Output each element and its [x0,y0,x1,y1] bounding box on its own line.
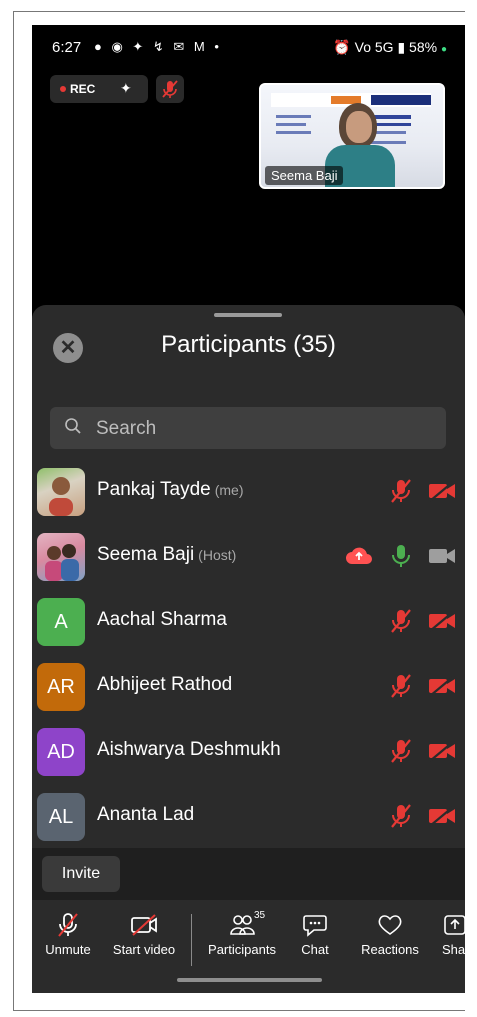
invite-button[interactable]: Invite [42,856,120,892]
participants-count-badge: 35 [254,910,266,921]
participant-tag: (me) [214,482,244,498]
reactions-button[interactable]: Reactions [356,912,424,957]
notification-icons: ● ◉ ✦ ↯ ✉ M • [94,39,222,54]
search-icon [65,418,81,434]
search-input[interactable] [94,415,428,443]
video-off-icon [429,610,455,632]
unmute-button[interactable]: Unmute [40,912,96,957]
reactions-label: Reactions [361,942,419,957]
avatar: A [37,598,85,646]
meeting-toolbar: Unmute Start video 35 Participants Chat … [32,900,465,973]
avatar [37,533,85,581]
participant-row[interactable]: A Aachal Sharma [32,588,465,653]
participant-name-text: Pankaj Tayde [97,479,211,500]
mic-muted-icon [390,609,411,633]
search-box[interactable] [50,407,446,449]
unmute-label: Unmute [45,942,91,957]
participant-name: Pankaj Tayde (me) [97,479,244,501]
participant-tag: (Host) [198,547,237,563]
sheet-drag-handle[interactable] [214,313,282,317]
active-speaker-video[interactable]: Seema Baji [259,83,445,189]
participant-row[interactable]: AD Aishwarya Deshmukh [32,718,465,783]
participant-list: Pankaj Tayde (me) Seema Baji (Host) A Aa… [32,458,465,848]
video-on-icon [429,549,455,563]
participant-row[interactable]: Pankaj Tayde (me) [32,458,465,523]
toolbar-divider [191,914,192,966]
recording-pill[interactable]: REC ✦ [50,75,148,103]
chat-label: Chat [301,942,329,957]
share-button[interactable]: Sha [442,912,465,957]
participants-icon [230,915,255,935]
participant-row[interactable]: Seema Baji (Host) [32,523,465,588]
speaker-face [346,111,372,143]
mic-muted-icon [390,479,411,503]
participants-button[interactable]: 35 Participants [202,910,282,957]
participant-row[interactable]: AL Ananta Lad [32,783,465,848]
ai-sparkle-icon: ✦ [120,80,132,96]
participant-status-icons [334,543,457,569]
participant-status-icons [379,608,457,634]
video-off-icon [429,675,455,697]
participant-name: Aachal Sharma [97,609,227,630]
video-off-icon [429,740,455,762]
recording-label: REC [70,82,96,96]
participants-sheet: ✕ Participants (35) Pankaj Tayde(me) [32,305,465,993]
avatar: AD [37,728,85,776]
speaker-name-label: Seema Baji [265,166,344,185]
avatar-photo-icon [45,544,79,581]
phone-screen: 6:27 ● ◉ ✦ ↯ ✉ M • ⏰ Vo 5G ▮ 58% ● REC ✦ [32,25,465,993]
status-icons-right: ⏰ Vo 5G ▮ 58% [333,39,438,55]
participant-name-text: Seema Baji [97,544,195,565]
sheet-title: Participants (35) [161,331,336,358]
participant-status-icons [379,803,457,829]
avatar: AL [37,793,85,841]
share-label: Sha [442,942,465,957]
participant-status-icons [379,478,457,504]
mic-muted-icon [390,804,411,828]
privacy-dot-icon: ● [440,44,447,55]
heart-icon [378,915,402,935]
mic-muted-indicator[interactable] [156,75,184,103]
mic-muted-icon [162,80,178,98]
mic-muted-icon [58,913,78,937]
avatar [37,468,85,516]
participant-status-icons [379,673,457,699]
mic-on-icon [391,545,410,567]
avatar-photo-icon [49,477,73,516]
mic-muted-icon [390,739,411,763]
avatar: AR [37,663,85,711]
status-time: 6:27 [52,39,82,56]
video-off-icon [429,480,455,502]
participant-name: Ananta Lad [97,804,195,825]
start-video-label: Start video [112,942,176,957]
status-bar: 6:27 ● ◉ ✦ ↯ ✉ M • ⏰ Vo 5G ▮ 58% ● [32,25,465,65]
participant-name: Aishwarya Deshmukh [97,739,281,760]
participant-name: Seema Baji (Host) [97,544,236,566]
system-icons: ⏰ Vo 5G ▮ 58% ● [333,39,447,56]
share-icon [444,915,465,935]
chat-button[interactable]: Chat [294,912,336,957]
home-indicator[interactable] [177,978,322,982]
chat-icon [303,915,327,937]
participant-name: Abhijeet Rathod [97,674,233,695]
cloud-recording-icon [346,547,373,564]
video-off-icon [131,914,157,936]
mic-muted-icon [390,674,411,698]
participant-status-icons [379,738,457,764]
invite-bar: Invite [32,848,465,900]
participant-row[interactable]: AR Abhijeet Rathod [32,653,465,718]
start-video-button[interactable]: Start video [106,912,182,957]
participants-label: Participants [208,942,276,957]
recording-dot-icon [60,86,66,92]
video-off-icon [429,805,455,827]
